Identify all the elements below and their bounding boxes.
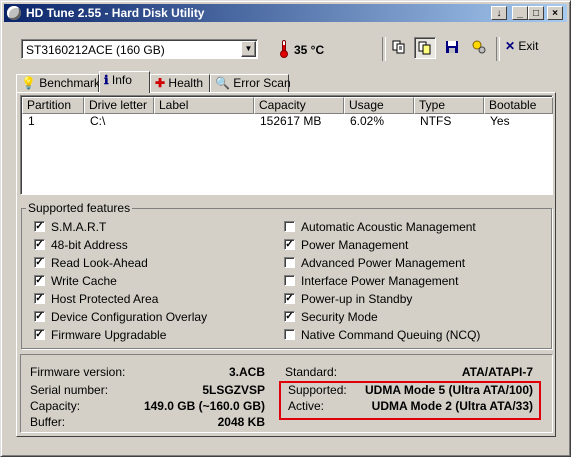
minimize-button[interactable]: _ <box>512 6 528 20</box>
feature-label: 48-bit Address <box>51 238 128 252</box>
drive-select-value: ST3160212ACE (160 GB) <box>26 43 165 57</box>
chevron-down-icon[interactable]: ▼ <box>241 41 256 57</box>
feature-label: Read Look-Ahead <box>51 256 148 270</box>
table-header: Partition Drive letter Label Capacity Us… <box>22 97 553 114</box>
firmware-label: Firmware version: <box>30 365 126 379</box>
standard-value: ATA/ATAPI-7 <box>461 365 533 379</box>
tab-label: Error Scan <box>233 76 291 90</box>
tab-error-scan[interactable]: 🔍 Error Scan <box>210 74 291 92</box>
tab-benchmark[interactable]: 💡 Benchmark <box>16 74 100 92</box>
serial-value: 5LSGZVSP <box>202 383 265 397</box>
feature-checkbox[interactable]: ✓ <box>284 239 295 250</box>
feature-checkbox[interactable] <box>284 329 295 340</box>
copy-screenshot-button[interactable] <box>414 37 436 59</box>
column-header[interactable]: Capacity <box>254 97 344 114</box>
toolbar-separator <box>382 37 386 61</box>
search-icon: 🔍 <box>215 76 230 90</box>
tab-label: Health <box>168 76 204 90</box>
feature-label: Automatic Acoustic Management <box>301 220 476 234</box>
cell-bootable: Yes <box>490 114 510 128</box>
cell-drive-letter: C:\ <box>90 114 106 128</box>
feature-checkbox[interactable]: ✓ <box>34 311 45 322</box>
feature-label: Write Cache <box>51 274 117 288</box>
column-header[interactable]: Bootable <box>484 97 553 114</box>
cell-partition: 1 <box>28 114 35 128</box>
feature-checkbox[interactable] <box>284 275 295 286</box>
close-icon: ✕ <box>505 39 516 53</box>
feature-label: Power-up in Standby <box>301 292 413 306</box>
standard-label: Standard: <box>285 365 338 379</box>
exit-button[interactable]: ✕ Exit <box>505 39 538 53</box>
save-icon <box>446 41 458 53</box>
feature-label: Device Configuration Overlay <box>51 310 208 324</box>
capacity-label: Capacity: <box>30 399 81 413</box>
feature-label: S.M.A.R.T <box>51 220 107 234</box>
tab-label: Info <box>111 73 132 87</box>
maximize-button[interactable]: □ <box>528 6 544 20</box>
info-icon: ℹ <box>104 73 109 87</box>
feature-checkbox[interactable]: ✓ <box>284 293 295 304</box>
column-header[interactable]: Label <box>154 97 254 114</box>
main-window: HD Tune 2.55 - Hard Disk Utility ↓ _ □ ×… <box>0 0 571 457</box>
title-bar[interactable]: HD Tune 2.55 - Hard Disk Utility ↓ _ □ × <box>4 4 567 22</box>
serial-label: Serial number: <box>30 383 109 397</box>
buffer-label: Buffer: <box>30 415 66 429</box>
feature-checkbox[interactable] <box>284 257 295 268</box>
minimize-to-tray-button[interactable]: ↓ <box>491 6 507 20</box>
column-header[interactable]: Partition <box>22 97 84 114</box>
tab-health[interactable]: ✚ Health <box>150 74 210 92</box>
cell-capacity: 152617 MB <box>260 114 322 128</box>
window-title: HD Tune 2.55 - Hard Disk Utility <box>26 6 205 20</box>
feature-label: Native Command Queuing (NCQ) <box>301 328 481 342</box>
feature-label: Security Mode <box>301 310 378 324</box>
options-button[interactable] <box>468 37 490 59</box>
cell-usage: 6.02% <box>350 114 385 128</box>
health-icon: ✚ <box>155 76 166 90</box>
feature-checkbox[interactable]: ✓ <box>34 257 45 268</box>
feature-checkbox[interactable]: ✓ <box>34 293 45 304</box>
toolbar-separator <box>496 37 500 61</box>
feature-checkbox[interactable]: ✓ <box>34 221 45 232</box>
exit-label: Exit <box>518 39 539 53</box>
column-header[interactable]: Type <box>414 97 484 114</box>
copy-text-button[interactable] <box>388 37 410 59</box>
copy-text-icon <box>392 40 405 54</box>
udma-highlight-box <box>279 381 541 420</box>
feature-checkbox[interactable]: ✓ <box>34 275 45 286</box>
supported-features-title: Supported features <box>26 201 133 215</box>
feature-label: Power Management <box>301 238 409 252</box>
temperature-readout: 35 °C <box>294 43 325 57</box>
copy-screenshot-icon <box>418 41 431 55</box>
firmware-value: 3.ACB <box>228 365 265 379</box>
column-header[interactable]: Drive letter <box>84 97 154 114</box>
partition-table[interactable]: Partition Drive letter Label Capacity Us… <box>20 95 553 195</box>
tab-label: Benchmark <box>39 76 100 90</box>
feature-label: Interface Power Management <box>301 274 459 288</box>
feature-checkbox[interactable]: ✓ <box>34 239 45 250</box>
close-button[interactable]: × <box>547 6 563 20</box>
save-button[interactable] <box>441 37 463 59</box>
app-icon <box>7 6 21 20</box>
benchmark-icon: 💡 <box>21 76 36 90</box>
feature-checkbox[interactable] <box>284 221 295 232</box>
capacity-value: 149.0 GB (~160.0 GB) <box>143 399 265 413</box>
feature-label: Host Protected Area <box>51 292 159 306</box>
feature-label: Advanced Power Management <box>301 256 466 270</box>
column-header[interactable]: Usage <box>344 97 414 114</box>
thermometer-icon <box>280 40 288 58</box>
feature-checkbox[interactable]: ✓ <box>284 311 295 322</box>
options-icon <box>472 40 486 54</box>
buffer-value: 2048 KB <box>217 415 265 429</box>
drive-select[interactable]: ST3160212ACE (160 GB) ▼ <box>21 39 258 59</box>
feature-checkbox[interactable]: ✓ <box>34 329 45 340</box>
cell-type: NTFS <box>420 114 452 128</box>
feature-label: Firmware Upgradable <box>51 328 167 342</box>
tab-info[interactable]: ℹ Info <box>99 71 150 93</box>
